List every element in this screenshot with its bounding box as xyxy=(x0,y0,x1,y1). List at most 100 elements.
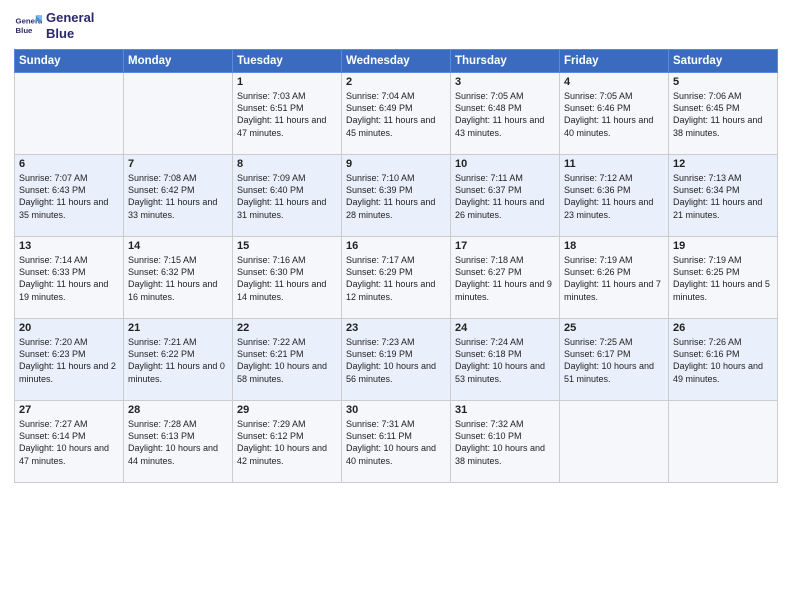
cell-info: Sunrise: 7:06 AM Sunset: 6:45 PM Dayligh… xyxy=(673,90,773,139)
day-number: 21 xyxy=(128,322,228,334)
logo-text: General Blue xyxy=(46,10,94,41)
week-row-2: 6Sunrise: 7:07 AM Sunset: 6:43 PM Daylig… xyxy=(15,155,778,237)
cell-info: Sunrise: 7:25 AM Sunset: 6:17 PM Dayligh… xyxy=(564,336,664,385)
day-number: 30 xyxy=(346,404,446,416)
day-number: 1 xyxy=(237,76,337,88)
cell-info: Sunrise: 7:08 AM Sunset: 6:42 PM Dayligh… xyxy=(128,172,228,221)
col-header-wednesday: Wednesday xyxy=(342,50,451,73)
day-number: 3 xyxy=(455,76,555,88)
cell-5-4: 30 Sunrise: 7:31 AM Sunset: 6:11 PM Dayli… xyxy=(342,401,451,483)
cell-2-7: 12 Sunrise: 7:13 AM Sunset: 6:34 PM Dayli… xyxy=(669,155,778,237)
cell-2-1: 6Sunrise: 7:07 AM Sunset: 6:43 PM Daylig… xyxy=(15,155,124,237)
cell-5-1: 27 Sunrise: 7:27 AM Sunset: 6:14 PM Dayli… xyxy=(15,401,124,483)
cell-5-7 xyxy=(669,401,778,483)
day-number: 9 xyxy=(346,158,446,170)
header-row: SundayMondayTuesdayWednesdayThursdayFrid… xyxy=(15,50,778,73)
cell-info: Sunrise: 7:22 AM Sunset: 6:21 PM Dayligh… xyxy=(237,336,337,385)
cell-info: Sunrise: 7:11 AM Sunset: 6:37 PM Dayligh… xyxy=(455,172,555,221)
cell-info: Sunrise: 7:05 AM Sunset: 6:48 PM Dayligh… xyxy=(455,90,555,139)
cell-info: Sunrise: 7:13 AM Sunset: 6:34 PM Dayligh… xyxy=(673,172,773,221)
day-number: 28 xyxy=(128,404,228,416)
day-number: 18 xyxy=(564,240,664,252)
cell-info: Sunrise: 7:31 AM Sunset: 6:11 PM Dayligh… xyxy=(346,418,446,467)
col-header-thursday: Thursday xyxy=(451,50,560,73)
cell-info: Sunrise: 7:03 AM Sunset: 6:51 PM Dayligh… xyxy=(237,90,337,139)
day-number: 19 xyxy=(673,240,773,252)
cell-5-2: 28 Sunrise: 7:28 AM Sunset: 6:13 PM Dayli… xyxy=(124,401,233,483)
day-number: 16 xyxy=(346,240,446,252)
col-header-monday: Monday xyxy=(124,50,233,73)
day-number: 12 xyxy=(673,158,773,170)
cell-4-5: 24 Sunrise: 7:24 AM Sunset: 6:18 PM Dayli… xyxy=(451,319,560,401)
cell-info: Sunrise: 7:23 AM Sunset: 6:19 PM Dayligh… xyxy=(346,336,446,385)
col-header-tuesday: Tuesday xyxy=(233,50,342,73)
cell-info: Sunrise: 7:24 AM Sunset: 6:18 PM Dayligh… xyxy=(455,336,555,385)
page: General Blue General Blue SundayMondayTu… xyxy=(0,0,792,612)
cell-4-4: 23 Sunrise: 7:23 AM Sunset: 6:19 PM Dayli… xyxy=(342,319,451,401)
cell-info: Sunrise: 7:27 AM Sunset: 6:14 PM Dayligh… xyxy=(19,418,119,467)
day-number: 5 xyxy=(673,76,773,88)
cell-4-7: 26 Sunrise: 7:26 AM Sunset: 6:16 PM Dayli… xyxy=(669,319,778,401)
day-number: 23 xyxy=(346,322,446,334)
col-header-sunday: Sunday xyxy=(15,50,124,73)
cell-info: Sunrise: 7:17 AM Sunset: 6:29 PM Dayligh… xyxy=(346,254,446,303)
cell-1-3: 1 Sunrise: 7:03 AM Sunset: 6:51 PM Daylig… xyxy=(233,73,342,155)
day-number: 26 xyxy=(673,322,773,334)
cell-1-2 xyxy=(124,73,233,155)
cell-info: Sunrise: 7:05 AM Sunset: 6:46 PM Dayligh… xyxy=(564,90,664,139)
cell-info: Sunrise: 7:19 AM Sunset: 6:25 PM Dayligh… xyxy=(673,254,773,303)
cell-1-5: 3 Sunrise: 7:05 AM Sunset: 6:48 PM Daylig… xyxy=(451,73,560,155)
day-number: 25 xyxy=(564,322,664,334)
cell-info: Sunrise: 7:29 AM Sunset: 6:12 PM Dayligh… xyxy=(237,418,337,467)
cell-4-2: 21Sunrise: 7:21 AM Sunset: 6:22 PM Dayli… xyxy=(124,319,233,401)
week-row-3: 13 Sunrise: 7:14 AM Sunset: 6:33 PM Dayli… xyxy=(15,237,778,319)
cell-3-2: 14 Sunrise: 7:15 AM Sunset: 6:32 PM Dayli… xyxy=(124,237,233,319)
day-number: 27 xyxy=(19,404,119,416)
col-header-friday: Friday xyxy=(560,50,669,73)
cell-1-7: 5 Sunrise: 7:06 AM Sunset: 6:45 PM Daylig… xyxy=(669,73,778,155)
cell-info: Sunrise: 7:20 AM Sunset: 6:23 PM Dayligh… xyxy=(19,336,119,385)
cell-info: Sunrise: 7:04 AM Sunset: 6:49 PM Dayligh… xyxy=(346,90,446,139)
cell-info: Sunrise: 7:10 AM Sunset: 6:39 PM Dayligh… xyxy=(346,172,446,221)
cell-info: Sunrise: 7:14 AM Sunset: 6:33 PM Dayligh… xyxy=(19,254,119,303)
cell-3-4: 16 Sunrise: 7:17 AM Sunset: 6:29 PM Dayli… xyxy=(342,237,451,319)
cell-3-7: 19 Sunrise: 7:19 AM Sunset: 6:25 PM Dayli… xyxy=(669,237,778,319)
cell-info: Sunrise: 7:28 AM Sunset: 6:13 PM Dayligh… xyxy=(128,418,228,467)
header: General Blue General Blue xyxy=(14,10,778,41)
day-number: 11 xyxy=(564,158,664,170)
cell-info: Sunrise: 7:07 AM Sunset: 6:43 PM Dayligh… xyxy=(19,172,119,221)
cell-info: Sunrise: 7:18 AM Sunset: 6:27 PM Dayligh… xyxy=(455,254,555,303)
cell-5-3: 29Sunrise: 7:29 AM Sunset: 6:12 PM Dayli… xyxy=(233,401,342,483)
day-number: 17 xyxy=(455,240,555,252)
cell-info: Sunrise: 7:12 AM Sunset: 6:36 PM Dayligh… xyxy=(564,172,664,221)
week-row-1: 1 Sunrise: 7:03 AM Sunset: 6:51 PM Daylig… xyxy=(15,73,778,155)
cell-3-1: 13 Sunrise: 7:14 AM Sunset: 6:33 PM Dayli… xyxy=(15,237,124,319)
col-header-saturday: Saturday xyxy=(669,50,778,73)
cell-info: Sunrise: 7:19 AM Sunset: 6:26 PM Dayligh… xyxy=(564,254,664,303)
cell-2-3: 8Sunrise: 7:09 AM Sunset: 6:40 PM Daylig… xyxy=(233,155,342,237)
day-number: 20 xyxy=(19,322,119,334)
cell-4-3: 22Sunrise: 7:22 AM Sunset: 6:21 PM Dayli… xyxy=(233,319,342,401)
day-number: 24 xyxy=(455,322,555,334)
svg-text:Blue: Blue xyxy=(16,26,34,35)
cell-info: Sunrise: 7:09 AM Sunset: 6:40 PM Dayligh… xyxy=(237,172,337,221)
day-number: 14 xyxy=(128,240,228,252)
week-row-4: 20 Sunrise: 7:20 AM Sunset: 6:23 PM Dayli… xyxy=(15,319,778,401)
logo: General Blue General Blue xyxy=(14,10,94,41)
cell-4-6: 25 Sunrise: 7:25 AM Sunset: 6:17 PM Dayli… xyxy=(560,319,669,401)
day-number: 10 xyxy=(455,158,555,170)
cell-info: Sunrise: 7:26 AM Sunset: 6:16 PM Dayligh… xyxy=(673,336,773,385)
cell-3-5: 17 Sunrise: 7:18 AM Sunset: 6:27 PM Dayli… xyxy=(451,237,560,319)
cell-1-4: 2 Sunrise: 7:04 AM Sunset: 6:49 PM Daylig… xyxy=(342,73,451,155)
day-number: 15 xyxy=(237,240,337,252)
cell-5-5: 31Sunrise: 7:32 AM Sunset: 6:10 PM Dayli… xyxy=(451,401,560,483)
cell-info: Sunrise: 7:16 AM Sunset: 6:30 PM Dayligh… xyxy=(237,254,337,303)
logo-icon: General Blue xyxy=(14,12,42,40)
cell-3-3: 15 Sunrise: 7:16 AM Sunset: 6:30 PM Dayli… xyxy=(233,237,342,319)
calendar-table: SundayMondayTuesdayWednesdayThursdayFrid… xyxy=(14,49,778,483)
day-number: 2 xyxy=(346,76,446,88)
day-number: 13 xyxy=(19,240,119,252)
cell-5-6 xyxy=(560,401,669,483)
cell-4-1: 20 Sunrise: 7:20 AM Sunset: 6:23 PM Dayli… xyxy=(15,319,124,401)
cell-info: Sunrise: 7:15 AM Sunset: 6:32 PM Dayligh… xyxy=(128,254,228,303)
